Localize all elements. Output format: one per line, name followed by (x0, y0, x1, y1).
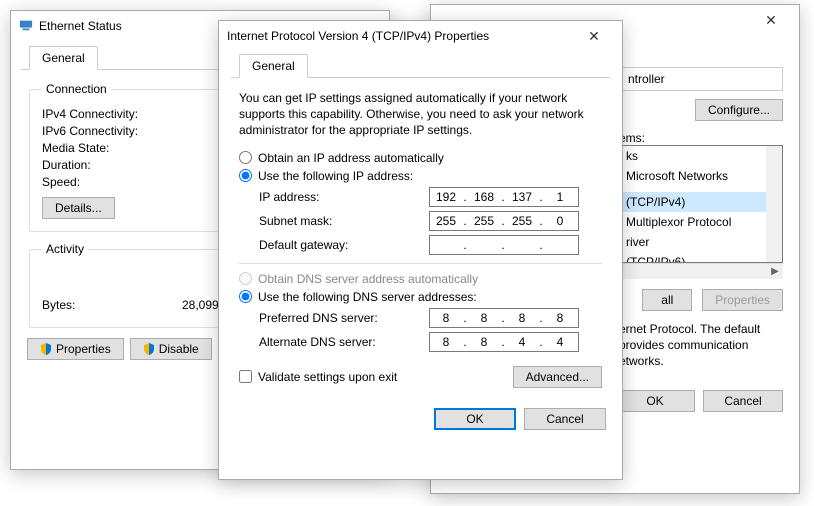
list-item[interactable]: (TCP/IPv6) (620, 252, 766, 263)
radio-auto-dns: Obtain DNS server address automatically (239, 272, 602, 286)
radio-use-dns-input[interactable] (239, 290, 252, 303)
radio-use-ip-input[interactable] (239, 169, 252, 182)
window-title: Internet Protocol Version 4 (TCP/IPv4) P… (227, 29, 574, 43)
ip-octet[interactable] (468, 189, 500, 205)
validate-checkbox-input[interactable] (239, 370, 252, 383)
connection-row-label: IPv4 Connectivity: (42, 107, 182, 121)
ip-address-input[interactable]: ... (429, 187, 579, 207)
ip-octet[interactable] (506, 334, 538, 350)
ipv4-properties-window: Internet Protocol Version 4 (TCP/IPv4) P… (218, 20, 623, 480)
bytes-label: Bytes: (42, 298, 182, 312)
scrollbar-vertical[interactable] (766, 146, 782, 262)
ip-octet[interactable] (468, 334, 500, 350)
ip-octet[interactable] (544, 237, 576, 253)
cancel-button[interactable]: Cancel (703, 390, 783, 412)
shield-icon (143, 343, 155, 355)
properties-button[interactable]: Properties (27, 338, 124, 360)
ip-octet[interactable] (544, 310, 576, 326)
radio-use-dns[interactable]: Use the following DNS server addresses: (239, 290, 602, 304)
scroll-right-icon[interactable]: ▶ (767, 264, 783, 280)
ip-octet[interactable] (506, 189, 538, 205)
tab-general[interactable]: General (239, 54, 308, 78)
ip-octet[interactable] (430, 213, 462, 229)
adapter-name-field: ntroller (619, 67, 783, 91)
configure-button[interactable]: Configure... (695, 99, 783, 121)
ip-octet[interactable] (468, 213, 500, 229)
ip-octet[interactable] (468, 310, 500, 326)
scrollbar-horizontal[interactable]: ▶ (619, 263, 783, 279)
ip-octet[interactable] (468, 237, 500, 253)
advanced-button[interactable]: Advanced... (513, 366, 602, 388)
alternate-dns-label: Alternate DNS server: (259, 335, 419, 349)
titlebar[interactable]: Internet Protocol Version 4 (TCP/IPv4) P… (219, 21, 622, 51)
items-label: ems: (619, 131, 783, 145)
list-item[interactable]: ks (620, 146, 766, 166)
properties-button[interactable]: Properties (702, 289, 783, 311)
disable-button[interactable]: Disable (130, 338, 212, 360)
default-gateway-label: Default gateway: (259, 238, 419, 252)
close-button[interactable]: ✕ (751, 8, 791, 32)
ok-button[interactable]: OK (615, 390, 695, 412)
connection-row-label: Speed: (42, 175, 182, 189)
list-item[interactable]: Multiplexor Protocol (620, 212, 766, 232)
connection-legend: Connection (42, 82, 111, 96)
radio-auto-dns-label: Obtain DNS server address automatically (258, 272, 478, 286)
ip-octet[interactable] (430, 310, 462, 326)
ip-octet[interactable] (506, 237, 538, 253)
connection-row-label: Duration: (42, 158, 182, 172)
subnet-mask-label: Subnet mask: (259, 214, 419, 228)
preferred-dns-input[interactable]: ... (429, 308, 579, 328)
validate-checkbox-label: Validate settings upon exit (258, 370, 397, 384)
adapter-name-text: ntroller (628, 72, 665, 86)
close-button[interactable]: ✕ (574, 24, 614, 48)
properties-button-label: Properties (56, 342, 111, 356)
ip-octet[interactable] (506, 213, 538, 229)
ip-octet[interactable] (430, 189, 462, 205)
install-button[interactable]: all (642, 289, 692, 311)
radio-auto-ip-label: Obtain an IP address automatically (258, 151, 444, 165)
network-icon (19, 18, 33, 35)
list-item[interactable]: (TCP/IPv4) (620, 192, 766, 212)
details-button[interactable]: Details... (42, 197, 115, 219)
radio-use-ip-label: Use the following IP address: (258, 169, 413, 183)
list-item[interactable]: river (620, 232, 766, 252)
validate-checkbox[interactable]: Validate settings upon exit (239, 370, 513, 384)
connection-row-label: IPv6 Connectivity: (42, 124, 182, 138)
shield-icon (40, 343, 52, 355)
items-list[interactable]: ksMicrosoft Networks (TCP/IPv4)Multiplexo… (619, 145, 783, 263)
cancel-button[interactable]: Cancel (524, 408, 606, 430)
radio-auto-ip[interactable]: Obtain an IP address automatically (239, 151, 602, 165)
list-item[interactable]: Microsoft Networks (620, 166, 766, 186)
default-gateway-input[interactable]: ... (429, 235, 579, 255)
ip-octet[interactable] (544, 189, 576, 205)
ip-address-label: IP address: (259, 190, 419, 204)
description-text: ernet Protocol. The default provides com… (619, 321, 783, 370)
disable-button-label: Disable (159, 342, 199, 356)
alternate-dns-input[interactable]: ... (429, 332, 579, 352)
preferred-dns-label: Preferred DNS server: (259, 311, 419, 325)
ip-octet[interactable] (430, 334, 462, 350)
tab-general[interactable]: General (29, 46, 98, 70)
intro-text: You can get IP settings assigned automat… (239, 90, 602, 139)
ip-octet[interactable] (544, 213, 576, 229)
radio-auto-ip-input[interactable] (239, 151, 252, 164)
ip-octet[interactable] (430, 237, 462, 253)
ip-octet[interactable] (544, 334, 576, 350)
radio-use-dns-label: Use the following DNS server addresses: (258, 290, 477, 304)
ok-button[interactable]: OK (434, 408, 516, 430)
radio-use-ip[interactable]: Use the following IP address: (239, 169, 602, 183)
ip-octet[interactable] (506, 310, 538, 326)
connection-row-label: Media State: (42, 141, 182, 155)
radio-auto-dns-input (239, 272, 252, 285)
subnet-mask-input[interactable]: ... (429, 211, 579, 231)
activity-legend: Activity (42, 242, 88, 256)
